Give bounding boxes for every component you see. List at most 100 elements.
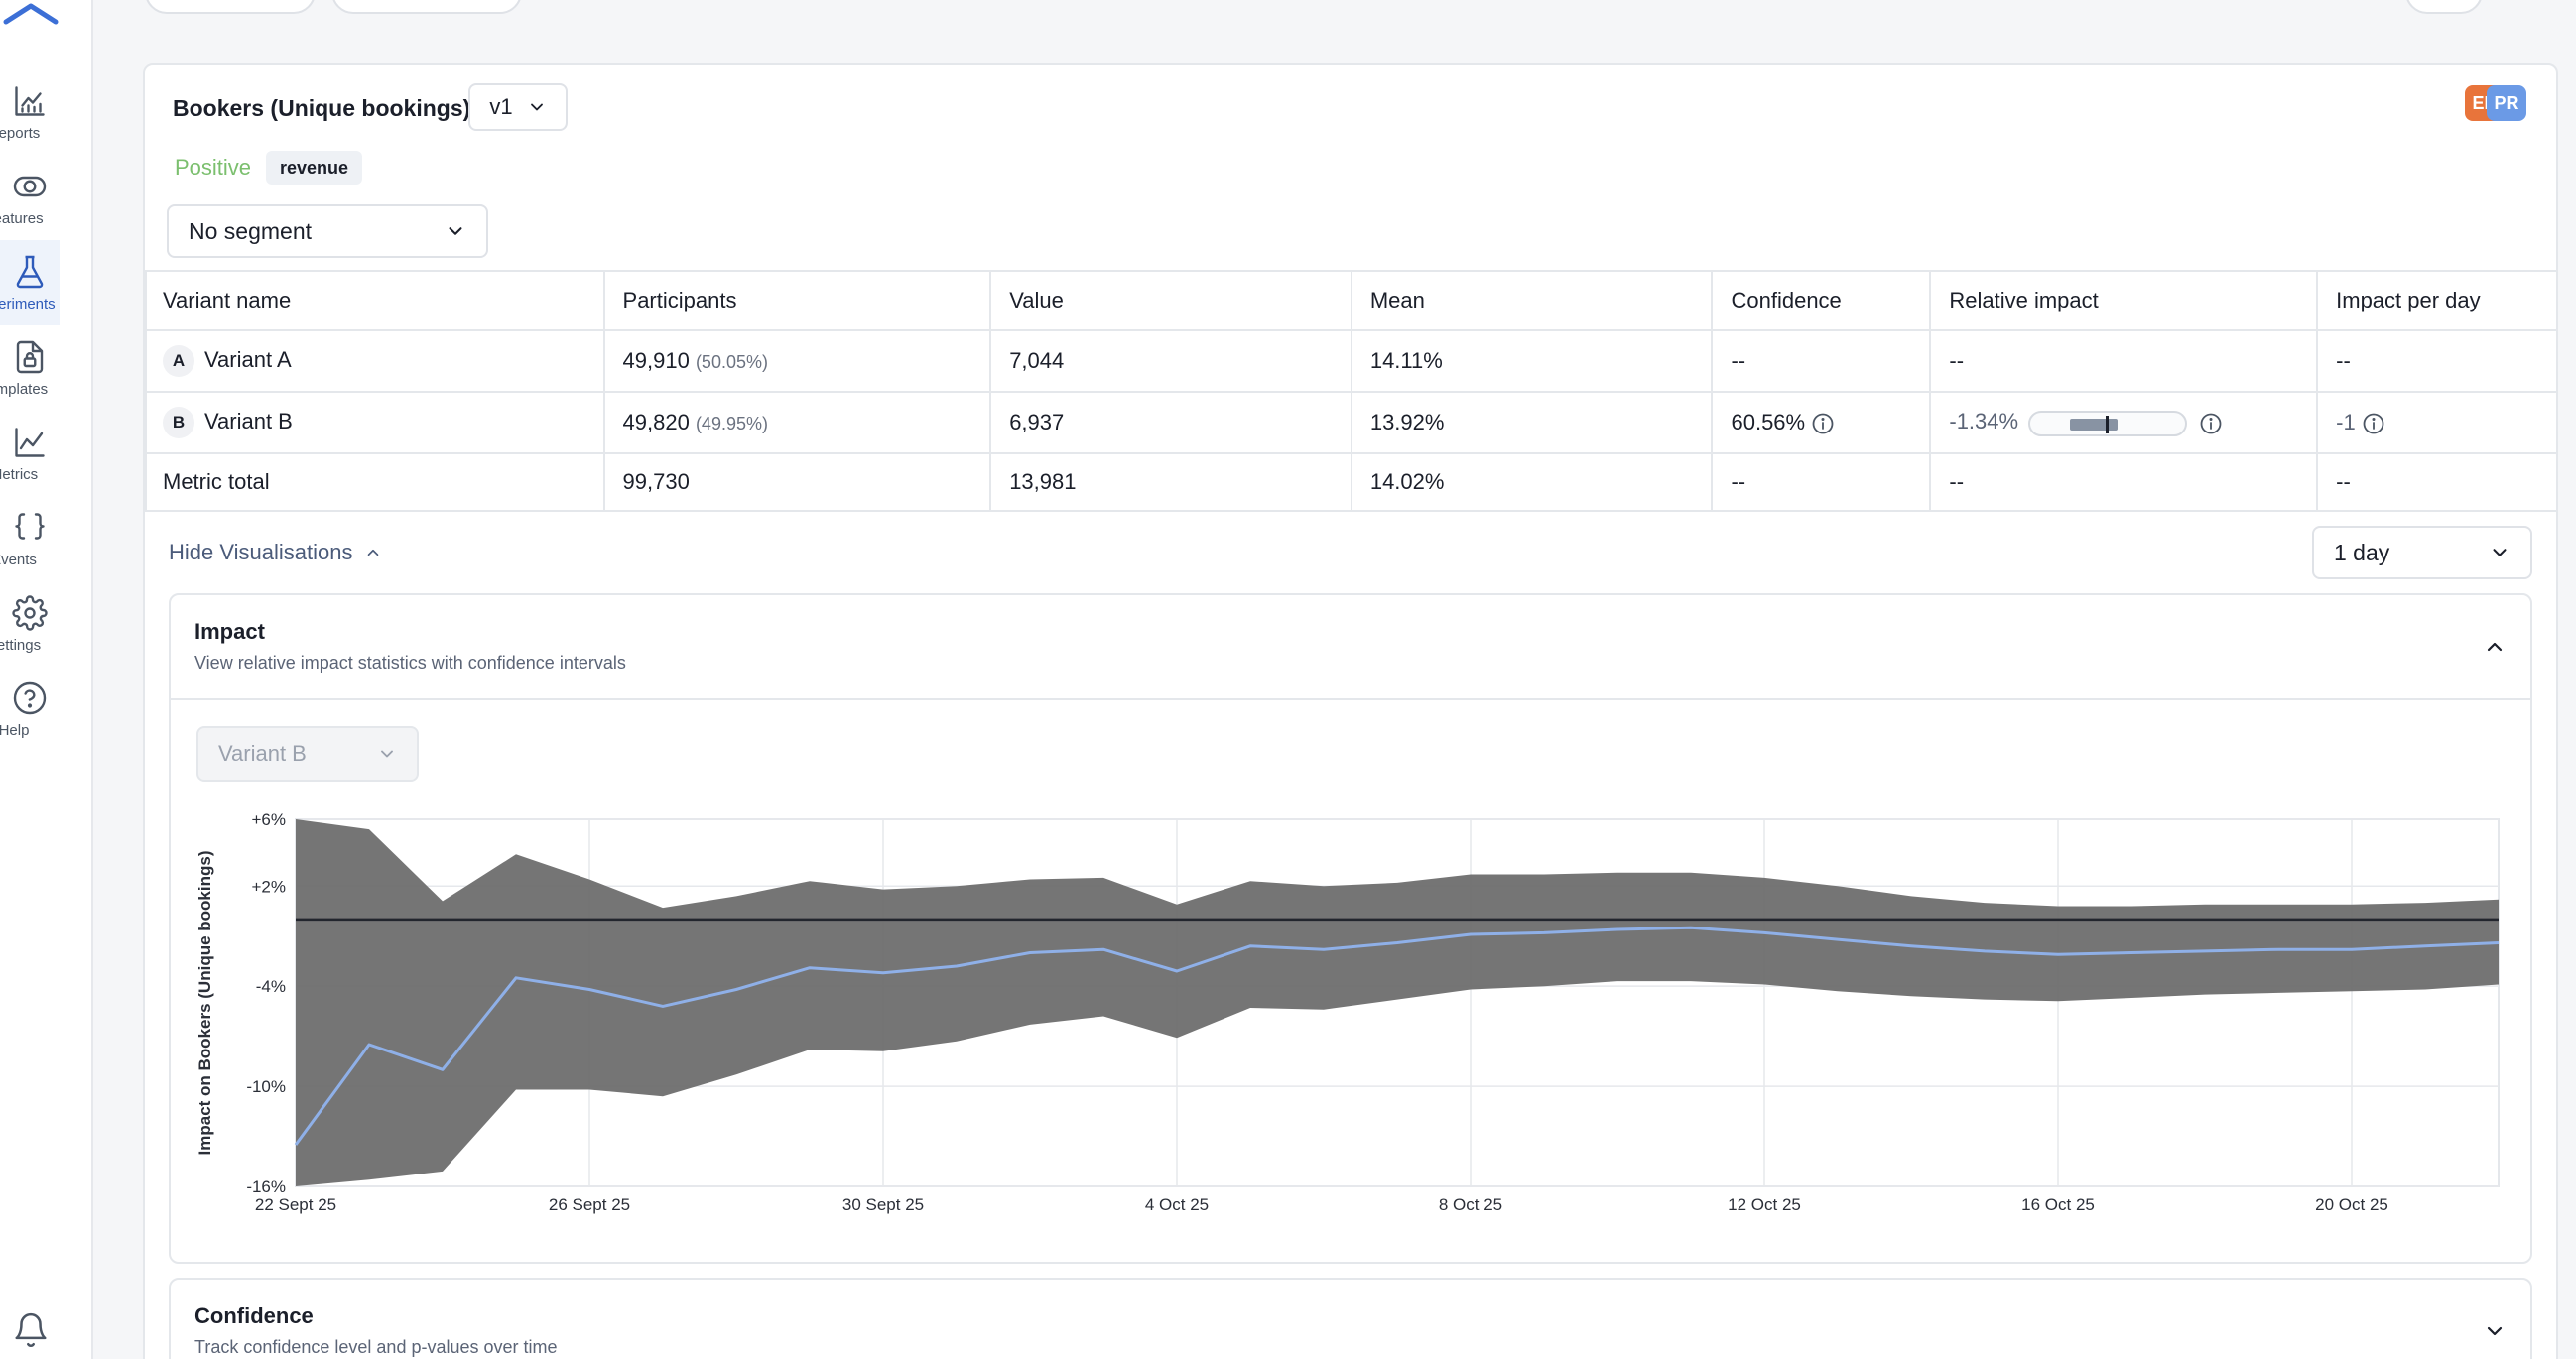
column-header[interactable]: Confidence [1711,270,1932,331]
sidebar-item-label: Events [0,551,37,568]
participants-value: 49,910 [622,348,690,373]
panel-subtitle: Track confidence level and p-values over… [194,1337,558,1357]
x-tick-label: 12 Oct 25 [1728,1195,1801,1214]
period-select[interactable]: 1 day [2312,526,2532,579]
variant-name: Variant B [204,408,293,433]
info-icon[interactable] [2199,412,2223,435]
table-row: B Variant B 49,820 (49.95%) 6,937 13.92% … [145,391,2558,454]
results-table: Variant name Participants Value Mean Con… [145,270,2558,512]
sidebar-item-settings[interactable]: Settings [0,581,60,667]
brand-logo-icon[interactable] [0,0,62,30]
top-filter-pill[interactable] [145,0,316,14]
metric-direction: Positive [175,155,252,180]
line-chart-icon [15,427,45,457]
column-header[interactable]: Participants [602,270,992,331]
x-tick-label: 20 Oct 25 [2315,1195,2388,1214]
participants-pct: (50.05%) [695,352,768,372]
value-cell: 7,044 [989,329,1352,393]
impact-interval-bar [2028,410,2188,436]
y-tick-label: -4% [256,977,286,996]
template-icon [16,340,44,373]
sidebar: Reports Features Experiments Templates M… [0,0,93,1359]
table-header-row: Variant name Participants Value Mean Con… [145,270,2558,331]
impact-per-day-value: -1 [2336,409,2356,434]
avatar[interactable]: PR [2487,85,2526,121]
chevron-up-icon [368,549,379,556]
impact-per-day-cell: -1 [2316,391,2558,454]
x-tick-label: 8 Oct 25 [1439,1195,1502,1214]
sidebar-item-metrics[interactable]: Metrics [0,411,60,496]
bell-icon[interactable] [12,1311,50,1349]
sidebar-item-events[interactable]: Events [0,496,60,581]
top-action-pill[interactable] [2405,0,2483,14]
sidebar-item-label: Settings [0,636,42,654]
panel-title: Confidence [194,1303,314,1328]
y-tick-label: -10% [246,1077,286,1096]
version-select[interactable]: v1 [468,83,568,131]
variant-name-cell: A Variant A [145,329,605,393]
variant-badge: B [163,407,194,438]
sidebar-item-templates[interactable]: Templates [0,325,60,411]
sidebar-item-reports[interactable]: Reports [0,69,60,155]
impact-interval-range [2070,418,2119,431]
value-cell: 6,937 [989,391,1352,454]
relative-impact-cell: -1.34% [1929,391,2319,454]
chevron-down-icon [449,227,462,235]
variant-name-cell: B Variant B [145,391,605,454]
y-axis-label: Impact on Bookers (Unique bookings) [195,851,214,1156]
table-total-row: Metric total 99,730 13,981 14.02% -- -- … [145,452,2558,512]
top-filter-pill[interactable] [331,0,522,14]
participants-cell: 99,730 [602,452,992,512]
impact-per-day-cell: -- [2316,452,2558,512]
y-tick-label: -16% [246,1177,286,1196]
hide-visualisations-label: Hide Visualisations [169,540,353,564]
chevron-down-icon [530,103,543,111]
confidence-panel-header[interactable]: Confidence Track confidence level and p-… [171,1280,2530,1359]
sidebar-item-label: Features [0,209,44,227]
mean-cell: 14.02% [1350,452,1714,512]
x-tick-label: 22 Sept 25 [255,1195,336,1214]
metric-title: Bookers (Unique bookings) [173,95,471,121]
hide-visualisations-toggle[interactable]: Hide Visualisations [169,540,382,565]
sidebar-item-features[interactable]: Features [0,155,60,240]
confidence-cell: 60.56% [1711,391,1932,454]
chevron-down-icon[interactable] [2483,1319,2507,1343]
confidence-cell: -- [1711,329,1932,393]
info-icon[interactable] [2362,412,2385,435]
y-tick-label: +2% [252,877,287,896]
info-icon[interactable] [1811,412,1835,435]
participants-pct: (49.95%) [695,414,768,433]
impact-per-day-cell: -- [2316,329,2558,393]
column-header[interactable]: Value [989,270,1352,331]
confidence-value: 60.56% [1731,409,1806,434]
column-header[interactable]: Impact per day [2316,270,2558,331]
mean-cell: 14.11% [1350,329,1714,393]
chart-icon [15,85,45,116]
confidence-panel: Confidence Track confidence level and p-… [169,1278,2532,1359]
total-label: Metric total [145,452,605,512]
sidebar-item-help[interactable]: Help [0,667,60,752]
sidebar-item-label: Templates [0,380,49,398]
column-header[interactable]: Relative impact [1929,270,2319,331]
y-tick-label: +6% [252,810,287,829]
sidebar-item-experiments[interactable]: Experiments [0,240,60,325]
variant-name: Variant A [204,346,292,372]
metric-tag: revenue [266,151,363,185]
segment-select[interactable]: No segment [167,204,488,258]
chevron-down-icon [2493,549,2507,556]
x-tick-label: 26 Sept 25 [549,1195,630,1214]
relative-impact-cell: -- [1929,329,2319,393]
participants-cell: 49,910 (50.05%) [602,329,992,393]
column-header[interactable]: Variant name [145,270,605,331]
toggle-icon [13,176,47,196]
braces-icon [15,512,45,540]
confidence-cell: -- [1711,452,1932,512]
help-icon [13,681,47,714]
impact-chart[interactable]: +6% +2% -4% -10% -16%22 Sept 25 26 Sept 25 30 … [171,595,2530,1262]
value-cell: 13,981 [989,452,1352,512]
x-tick-label: 4 Oct 25 [1145,1195,1209,1214]
sidebar-item-label: Experiments [0,295,56,312]
column-header[interactable]: Mean [1350,270,1714,331]
x-tick-label: 30 Sept 25 [842,1195,924,1214]
relative-impact-cell: -- [1929,452,2319,512]
